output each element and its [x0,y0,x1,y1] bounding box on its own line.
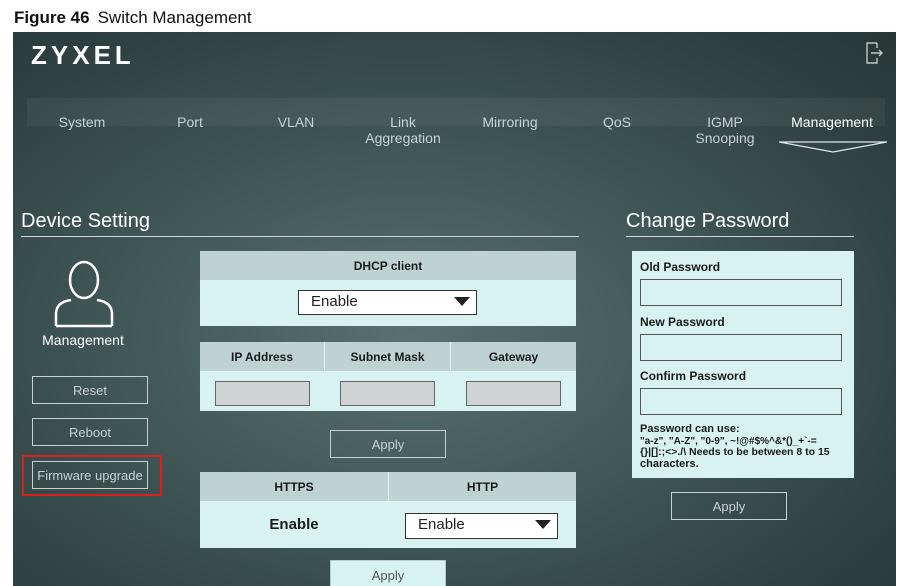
dhcp-select-value: Enable [311,293,358,310]
change-password-title: Change Password [626,210,789,233]
confirm-password-input[interactable] [640,388,842,415]
subnet-mask-input[interactable] [340,381,435,406]
logout-icon[interactable] [865,42,883,64]
new-password-label: New Password [640,315,725,329]
apply-password-button[interactable]: Apply [671,492,787,520]
switch-ui: ZYXEL System Port VLAN LinkAggregation M… [13,32,896,586]
figure-label: Figure 46 [14,8,90,27]
triangle-down-icon [535,520,551,529]
dhcp-select[interactable]: Enable [298,290,477,315]
password-hint-line3: characters. [640,459,854,471]
ip-address-header: IP Address [200,342,325,371]
tab-vlan[interactable]: VLAN [259,114,333,130]
password-hint: Password can use: "a-z", "A-Z", "0-9", ~… [640,424,854,470]
tab-qos[interactable]: QoS [587,114,647,130]
active-tab-indicator [779,137,887,155]
tab-mirroring[interactable]: Mirroring [471,114,549,130]
http-header: HTTP [389,472,576,501]
dhcp-header: DHCP client [200,251,576,280]
https-header: HTTPS [200,472,389,501]
old-password-input[interactable] [640,279,842,306]
reboot-button[interactable]: Reboot [32,418,148,446]
device-setting-title: Device Setting [21,210,150,233]
tab-igmp-snooping[interactable]: IGMPSnooping [689,114,761,146]
tab-port[interactable]: Port [153,114,227,130]
http-select-value: Enable [418,516,465,533]
gateway-input[interactable] [466,381,561,406]
tab-link-aggregation[interactable]: LinkAggregation [362,114,444,146]
figure-caption: Figure 46 Switch Management [14,8,252,28]
tab-management[interactable]: Management [785,114,879,130]
change-password-divider [626,236,854,237]
gateway-header: Gateway [451,342,576,371]
firmware-upgrade-button[interactable]: Firmware upgrade [32,461,148,489]
new-password-input[interactable] [640,334,842,361]
device-setting-divider [21,236,579,237]
http-select[interactable]: Enable [405,513,558,539]
subnet-mask-header: Subnet Mask [325,342,451,371]
password-hint-title: Password can use: [640,424,854,436]
https-value: Enable [200,516,388,533]
apply-protocol-button[interactable]: Apply [330,560,446,586]
password-hint-line2: {}|[]:;<>./\ Needs to be between 8 to 15 [640,447,854,459]
user-label: Management [31,332,135,348]
old-password-label: Old Password [640,260,720,274]
user-icon [53,258,115,330]
tab-system[interactable]: System [45,114,119,130]
zyxel-logo: ZYXEL [31,40,135,71]
triangle-down-icon [454,297,470,306]
confirm-password-label: Confirm Password [640,369,746,383]
ip-address-input[interactable] [215,381,310,406]
figure-title: Switch Management [98,8,252,27]
apply-ip-button[interactable]: Apply [330,430,446,458]
reset-button[interactable]: Reset [32,376,148,404]
